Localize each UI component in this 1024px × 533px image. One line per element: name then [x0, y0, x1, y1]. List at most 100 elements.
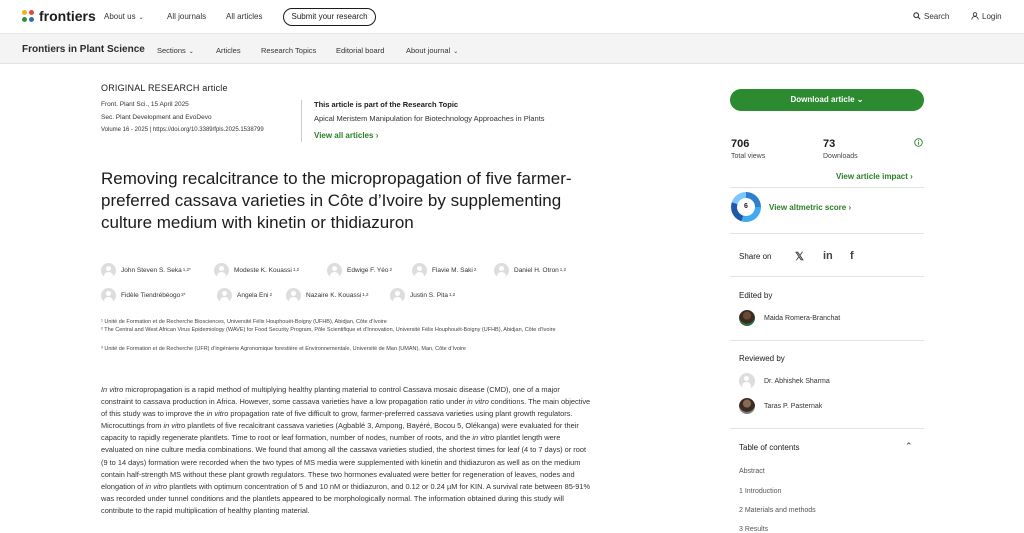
author-item[interactable]: John Steven S. Seka1,2*: [101, 263, 191, 278]
view-article-impact-link[interactable]: View article impact ›: [836, 172, 913, 181]
facebook-icon[interactable]: f: [850, 250, 854, 262]
reviewer-name: Taras P. Pasternak: [764, 402, 823, 410]
editor-item[interactable]: Maida Romera-Branchat: [739, 310, 840, 326]
author-name: Daniel H. Otron1,2: [514, 267, 567, 274]
author-name: Nazaire K. Kouassi1,2: [306, 292, 369, 299]
altmetric-score: 6: [737, 198, 755, 216]
search-button[interactable]: Search: [913, 12, 949, 21]
downloads-count: 73: [823, 138, 836, 150]
login-button[interactable]: Login: [971, 12, 1002, 21]
chevron-down-icon: ⌄: [188, 49, 194, 55]
divider: [730, 340, 924, 341]
divider: [301, 100, 302, 142]
total-views-label: Total views: [731, 153, 766, 160]
article-type: ORIGINAL RESEARCH article: [101, 83, 228, 93]
nav-research-topics[interactable]: Research Topics: [261, 46, 316, 55]
affiliation-superscript: 2: [473, 267, 477, 272]
author-name: Flavie M. Saki2: [432, 267, 477, 274]
abstract-segment: in vitro: [472, 433, 495, 443]
abstract-segment: plantlets with optimum concentration of …: [101, 481, 591, 515]
abstract-text: In vitro micropropagation is a rapid met…: [101, 384, 591, 517]
avatar: [739, 310, 755, 326]
avatar: [214, 263, 229, 278]
chevron-right-icon: ›: [848, 203, 852, 212]
toc-item-materials-methods[interactable]: 2 Materials and methods: [739, 507, 816, 514]
abstract-segment: in vitro: [467, 397, 489, 407]
journal-navbar: Frontiers in Plant Science Sections ⌄ Art…: [0, 34, 1024, 64]
affiliation-superscript: 2: [389, 267, 392, 272]
affiliation-superscript: 1,2: [292, 267, 300, 272]
author-item[interactable]: Modeste K. Kouassi1,2: [214, 263, 299, 278]
author-item[interactable]: Justin S. Pita1,2: [390, 288, 455, 303]
affiliation-superscript: 1,2*: [182, 267, 191, 272]
chevron-up-icon[interactable]: ⌃: [905, 441, 913, 452]
nav-about-us[interactable]: About us ⌄: [104, 12, 144, 21]
brand-name: frontiers: [39, 8, 96, 24]
submit-research-button[interactable]: Submit your research: [283, 8, 376, 26]
author-item[interactable]: Edwige F. Yéo2: [327, 263, 392, 278]
journal-name-link[interactable]: Frontiers in Plant Science: [22, 44, 145, 55]
author-item[interactable]: Angela Eni2: [217, 288, 272, 303]
nav-all-articles[interactable]: All articles: [226, 12, 262, 21]
avatar: [412, 263, 427, 278]
share-label: Share on: [739, 252, 772, 261]
nav-articles[interactable]: Articles: [216, 46, 241, 55]
view-altmetric-score-link[interactable]: View altmetric score ›: [769, 203, 851, 212]
author-item[interactable]: Nazaire K. Kouassi1,2: [286, 288, 369, 303]
volume-doi[interactable]: Volume 16 - 2025 | https://doi.org/10.33…: [101, 127, 264, 133]
x-twitter-icon[interactable]: 𝕏: [795, 250, 804, 263]
research-topic-title[interactable]: Apical Meristem Manipulation for Biotech…: [314, 114, 545, 123]
affiliation: ² The Central and West African Virus Epi…: [101, 327, 556, 333]
avatar: [101, 288, 116, 303]
nav-about-journal[interactable]: About journal ⌄: [406, 46, 458, 55]
reviewer-item[interactable]: Dr. Abhishek Sharma: [739, 373, 830, 389]
reviewed-by-heading: Reviewed by: [739, 354, 785, 363]
abstract-segment: In vitro: [101, 385, 124, 394]
frontiers-logo[interactable]: frontiers: [22, 8, 96, 24]
affiliation-superscript: 1,2: [448, 292, 456, 297]
user-icon: [971, 12, 979, 20]
view-all-articles-link[interactable]: View all articles ›: [314, 131, 378, 140]
toc-item-abstract[interactable]: Abstract: [739, 468, 765, 475]
linkedin-icon[interactable]: in: [823, 250, 833, 262]
nav-all-journals[interactable]: All journals: [167, 12, 206, 21]
article-title: Removing recalcitrance to the micropropa…: [101, 169, 572, 232]
affiliation-superscript: 2: [269, 292, 272, 297]
affiliation-superscript: 1,2: [362, 292, 369, 297]
total-views-count: 706: [731, 138, 750, 150]
author-item[interactable]: Fidèle Tiendrébéogo2*: [101, 288, 186, 303]
research-topic-heading: This article is part of the Research Top…: [314, 100, 459, 109]
author-name: Edwige F. Yéo2: [347, 267, 392, 274]
chevron-down-icon: ⌄: [856, 95, 864, 104]
author-name: Fidèle Tiendrébéogo2*: [121, 292, 186, 299]
frontiers-logo-icon: [22, 9, 35, 23]
author-item[interactable]: Daniel H. Otron1,2: [494, 263, 566, 278]
downloads-label: Downloads: [823, 153, 858, 160]
avatar: [286, 288, 301, 303]
avatar: [327, 263, 342, 278]
affiliation: ¹ Unité de Formation et de Recherche Bio…: [101, 319, 387, 325]
section-label: Sec. Plant Development and EvoDevo: [101, 114, 212, 121]
search-icon: [913, 12, 921, 20]
editor-name: Maida Romera-Branchat: [764, 314, 841, 322]
author-name: John Steven S. Seka1,2*: [121, 267, 191, 274]
avatar: [217, 288, 232, 303]
nav-sections[interactable]: Sections ⌄: [157, 46, 194, 55]
author-name: Angela Eni2: [237, 292, 272, 299]
reviewer-item[interactable]: Taras P. Pasternak: [739, 398, 822, 414]
author-name: Justin S. Pita1,2: [410, 292, 456, 299]
toc-item-introduction[interactable]: 1 Introduction: [739, 488, 781, 495]
affiliation-superscript: 2*: [181, 292, 186, 297]
affiliation-superscript: 1,2: [559, 267, 567, 272]
author-item[interactable]: Flavie M. Saki2: [412, 263, 476, 278]
info-icon[interactable]: [914, 138, 923, 147]
nav-editorial-board[interactable]: Editorial board: [336, 46, 384, 55]
chevron-down-icon: ⌄: [453, 49, 459, 55]
avatar: [739, 373, 755, 389]
top-navbar: frontiers About us ⌄ All journals All art…: [0, 0, 1024, 34]
altmetric-badge[interactable]: 6: [731, 192, 761, 222]
divider: [730, 187, 924, 188]
avatar: [101, 263, 116, 278]
avatar: [739, 398, 755, 414]
download-article-button[interactable]: Download article ⌄: [730, 89, 924, 111]
